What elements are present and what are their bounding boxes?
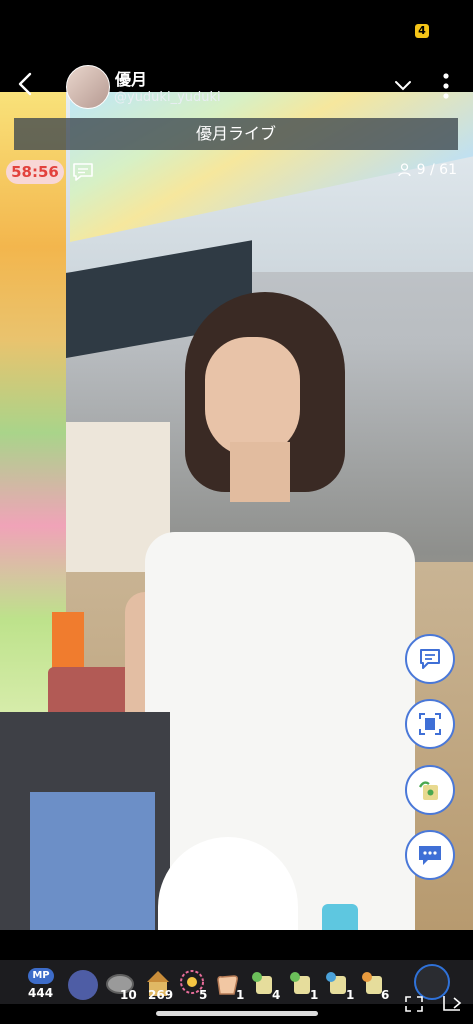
chat-button[interactable]: [405, 830, 455, 880]
more-vertical-icon[interactable]: [440, 72, 452, 100]
orange-bag: [52, 612, 84, 672]
gift-count-leaf-3: 1: [346, 988, 355, 1002]
avatar[interactable]: [66, 65, 110, 109]
gift-bag-button[interactable]: [405, 765, 455, 815]
gift-count-tower: 269: [148, 988, 174, 1002]
status-bar: 4: [0, 0, 473, 60]
comment-bubble-icon: [420, 649, 440, 669]
comment-bubble-button[interactable]: [405, 634, 455, 684]
chevron-left-icon[interactable]: [12, 70, 40, 98]
person-icon: [398, 163, 411, 177]
face: [205, 337, 300, 457]
streamer-name[interactable]: 優月: [115, 66, 147, 90]
photo-card: [30, 792, 155, 930]
viewer-count: 9 / 61: [398, 162, 457, 178]
home-indicator: [156, 1011, 318, 1016]
streamer-figure: [125, 292, 425, 930]
gift-count-coin: 10: [120, 988, 137, 1002]
battery-indicator: 4: [415, 24, 429, 38]
screen-capture-button[interactable]: [405, 699, 455, 749]
gift-bag-icon: [418, 781, 438, 800]
mp-value: 444: [28, 986, 54, 1000]
gift-count-clap: 1: [236, 988, 245, 1002]
screen-capture-icon: [419, 713, 441, 735]
live-video-frame[interactable]: [0, 92, 473, 930]
gift-count-leaf-1: 4: [272, 988, 281, 1002]
viewer-count-text: 9 / 61: [416, 162, 457, 178]
gift-count-firework: 5: [199, 988, 208, 1002]
mp-badge: MP: [28, 968, 54, 984]
gift-count-leaf-4: 6: [381, 988, 390, 1002]
chat-icon: [419, 846, 441, 865]
live-timer: 58:56: [6, 160, 64, 184]
share-icon[interactable]: [442, 994, 464, 1012]
bottle-cap: [322, 904, 358, 930]
chevron-down-icon[interactable]: [394, 80, 412, 92]
smile-icon[interactable]: [68, 970, 98, 1000]
fullscreen-icon[interactable]: [405, 996, 423, 1012]
streamer-handle: @yuduki_yuduki: [114, 90, 221, 105]
comment-icon[interactable]: [72, 162, 94, 182]
neck: [230, 442, 290, 502]
live-title: 優月ライブ: [14, 118, 458, 150]
gift-count-leaf-2: 1: [310, 988, 319, 1002]
